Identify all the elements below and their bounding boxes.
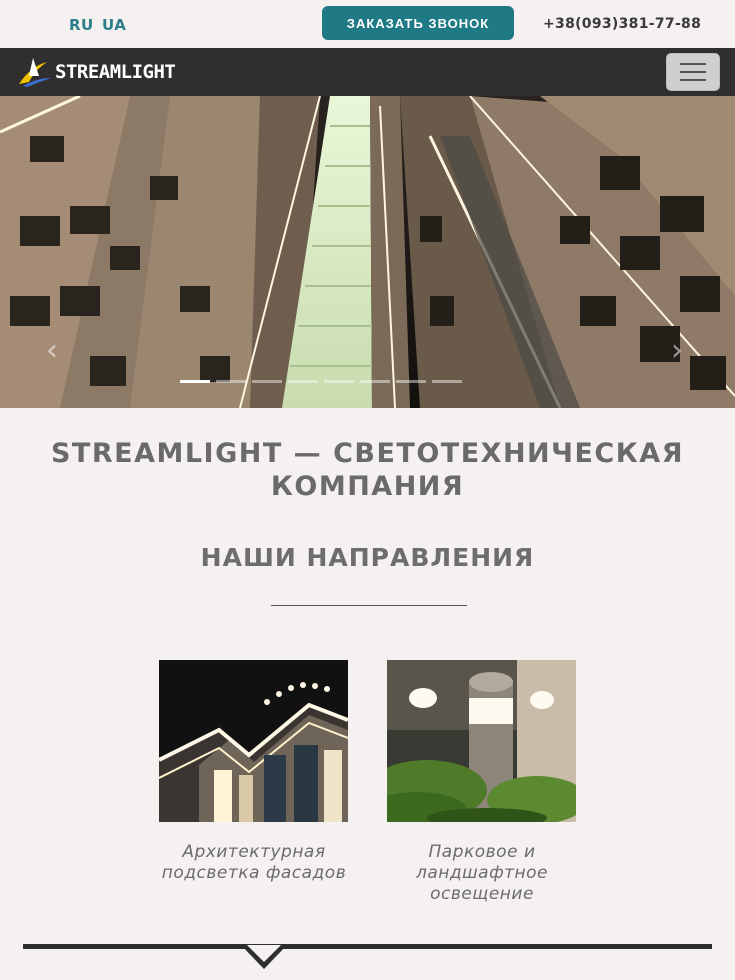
section-bottom-bar (23, 944, 712, 949)
direction-card-facades[interactable]: Архитектурная подсветка фасадов (159, 660, 349, 883)
carousel-next-icon[interactable]: › (671, 336, 683, 366)
menu-toggle-button[interactable] (666, 53, 720, 91)
lang-ua-link[interactable]: UA (102, 16, 126, 34)
phone-number[interactable]: +38(093)381-77-88 (543, 16, 701, 32)
park-lighting-image[interactable] (387, 660, 576, 822)
logo[interactable]: STREAMLIGHT (17, 54, 176, 90)
hero-image (0, 96, 735, 408)
hamburger-icon-line (680, 63, 706, 65)
carousel-indicator[interactable] (288, 380, 318, 383)
logo-icon (19, 58, 51, 87)
chevron-down-icon[interactable] (241, 945, 287, 971)
direction-label[interactable]: Парковое и ландшафтное освещение (362, 842, 602, 905)
carousel-indicator[interactable] (324, 380, 354, 383)
direction-label[interactable]: Архитектурная подсветка фасадов (134, 842, 374, 884)
facade-lighting-image[interactable] (159, 660, 348, 822)
navbar: STREAMLIGHT (0, 48, 735, 96)
carousel-indicator[interactable] (396, 380, 426, 383)
carousel-indicator[interactable] (432, 380, 462, 383)
section-title: НАШИ НАПРАВЛЕНИЯ (200, 543, 535, 572)
hamburger-icon-line (680, 79, 706, 81)
logo-text: STREAMLIGHT (55, 61, 176, 83)
carousel-indicator[interactable] (216, 380, 246, 383)
carousel-indicator[interactable] (360, 380, 390, 383)
order-call-button[interactable]: ЗАКАЗАТЬ ЗВОНОК (322, 6, 514, 40)
carousel-prev-icon[interactable]: ‹ (46, 336, 58, 366)
top-bar: RU UA ЗАКАЗАТЬ ЗВОНОК +38(093)381-77-88 (0, 0, 735, 48)
direction-card-park[interactable]: Парковое и ландшафтное освещение (387, 660, 577, 904)
carousel-indicator[interactable] (252, 380, 282, 383)
hamburger-icon-line (680, 71, 706, 73)
lang-ru-link[interactable]: RU (69, 16, 94, 34)
carousel-indicator[interactable] (180, 380, 210, 383)
carousel-indicators (180, 380, 560, 384)
page-title: STREAMLIGHT — СВЕТОТЕХНИЧЕСКАЯ КОМПАНИЯ (50, 438, 684, 502)
hero-carousel[interactable]: ‹ › (0, 96, 735, 408)
section-divider (271, 605, 467, 606)
